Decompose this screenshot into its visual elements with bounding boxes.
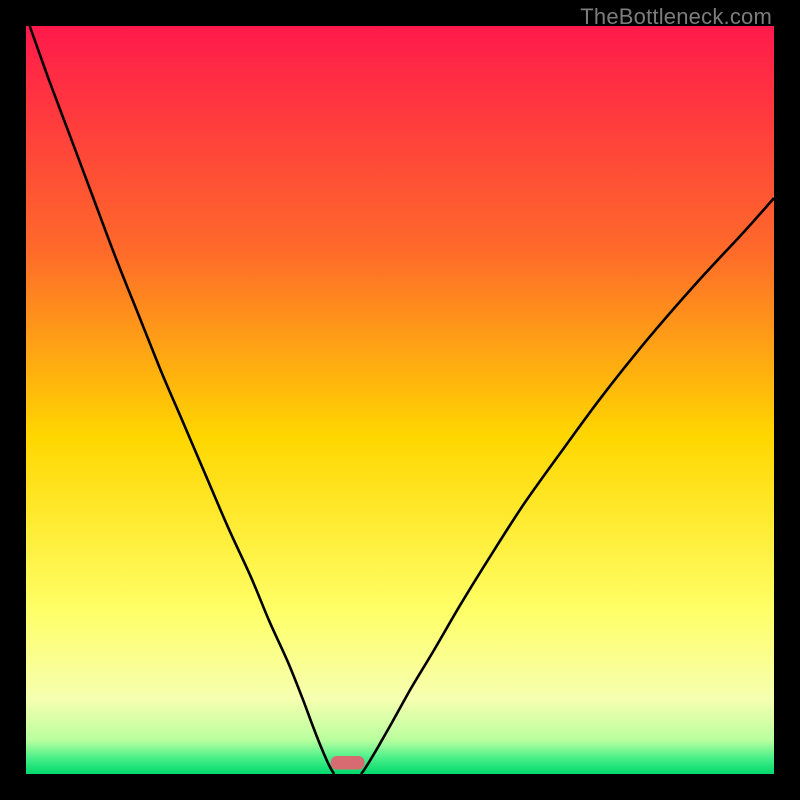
valley-marker [331,756,365,770]
chart-svg [26,26,774,774]
chart-frame [26,26,774,774]
watermark-text: TheBottleneck.com [580,4,772,30]
chart-background [26,26,774,774]
